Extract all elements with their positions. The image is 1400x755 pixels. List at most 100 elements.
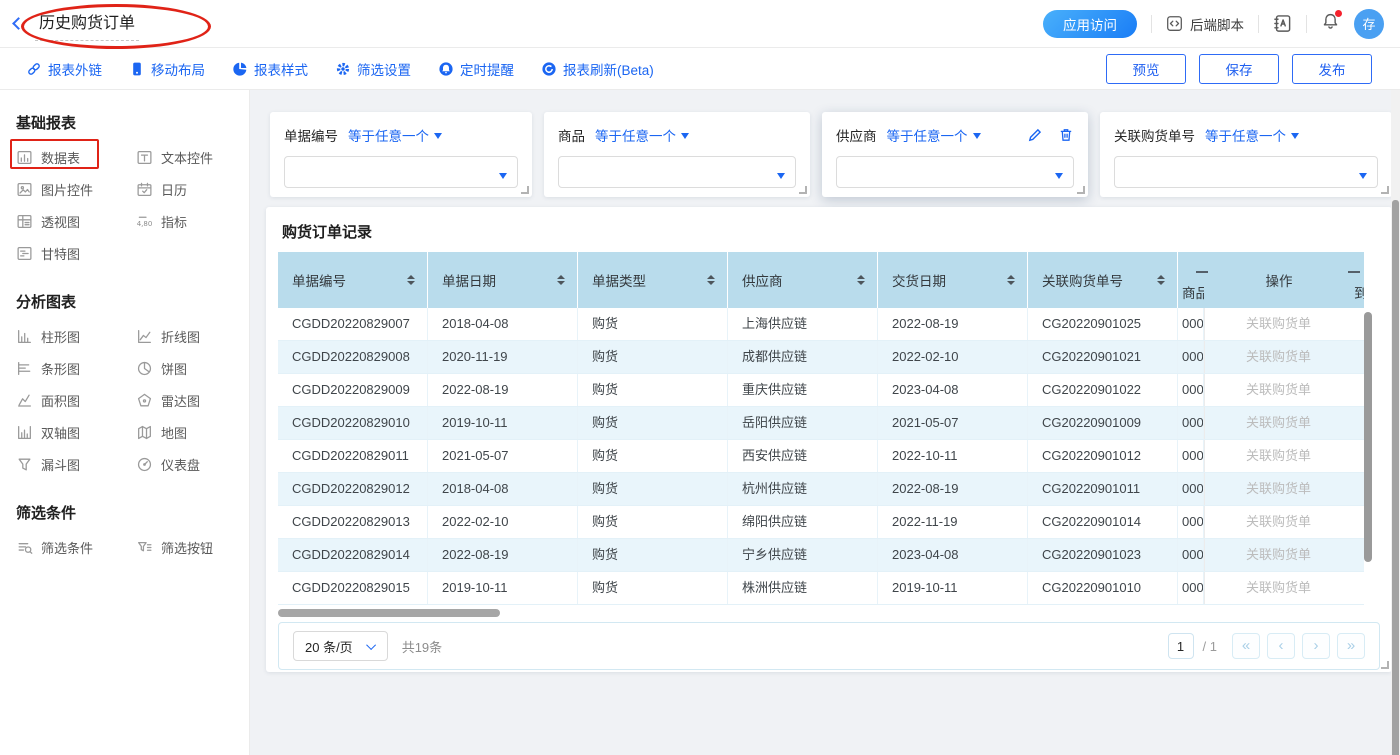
sidebar-item[interactable]: 折线图	[136, 320, 236, 352]
edit-pencil-icon[interactable]	[1027, 127, 1043, 143]
toolbar-item-report-refresh[interactable]: 报表刷新(Beta)	[541, 59, 654, 79]
backend-script-button[interactable]: 后端脚本	[1166, 14, 1244, 34]
preview-button[interactable]: 预览	[1106, 54, 1186, 84]
filter-condition-dropdown[interactable]: 等于任意一个	[348, 125, 442, 145]
filter-condition-dropdown[interactable]: 等于任意一个	[595, 125, 689, 145]
table-row[interactable]: CGDD20220829014 2022-08-19 购货 宁乡供应链 2023…	[278, 539, 1364, 572]
sidebar-item[interactable]: 地图	[136, 416, 236, 448]
column-header[interactable]: 单据类型	[578, 252, 728, 308]
resize-handle[interactable]	[799, 186, 807, 194]
filter-widget-product[interactable]: 商品 等于任意一个	[544, 112, 810, 197]
cell-order-date: 2019-10-11	[428, 407, 578, 439]
action-link-related-po[interactable]: 关联购货单	[1204, 572, 1352, 604]
notification-bell-icon[interactable]	[1321, 12, 1340, 36]
filter-select-input[interactable]	[836, 156, 1074, 188]
column-header[interactable]: 单据日期	[428, 252, 578, 308]
column-header[interactable]: 供应商	[728, 252, 878, 308]
table-row[interactable]: CGDD20220829007 2018-04-08 购货 上海供应链 2022…	[278, 308, 1364, 341]
action-link-related-po[interactable]: 关联购货单	[1204, 539, 1352, 571]
filter-widget-related-po[interactable]: 关联购货单号 等于任意一个	[1100, 112, 1392, 197]
sidebar-item[interactable]: 柱形图	[16, 320, 136, 352]
last-page-button[interactable]: »	[1337, 633, 1365, 659]
sidebar-item[interactable]: 甘特图	[16, 237, 136, 269]
back-icon[interactable]	[12, 17, 25, 30]
sort-icon[interactable]	[707, 275, 715, 286]
column-header[interactable]: 单据编号	[278, 252, 428, 308]
toolbar-item-mobile-layout[interactable]: 移动布局	[129, 59, 205, 79]
filter-condition-dropdown[interactable]: 等于任意一个	[1205, 125, 1299, 145]
sort-icon[interactable]	[857, 275, 865, 286]
sidebar-item[interactable]: 日历	[136, 173, 236, 205]
page-scrollbar[interactable]	[1391, 90, 1400, 755]
sidebar-item[interactable]: 筛选按钮	[136, 531, 236, 563]
sidebar-item[interactable]: 透视图	[16, 205, 136, 237]
table-row[interactable]: CGDD20220829015 2019-10-11 购货 株洲供应链 2019…	[278, 572, 1364, 605]
sidebar-item[interactable]: 条形图	[16, 352, 136, 384]
sidebar-item[interactable]: 漏斗图	[16, 448, 136, 480]
data-table-widget[interactable]: 购货订单记录 单据编号 单据日期 单据类型	[266, 207, 1392, 672]
sidebar-item[interactable]: 仪表盘	[136, 448, 236, 480]
table-horizontal-scrollbar-thumb[interactable]	[278, 609, 500, 617]
filter-select-input[interactable]	[558, 156, 796, 188]
column-header-product[interactable]: 商品	[1178, 252, 1204, 308]
avatar[interactable]: 存	[1354, 9, 1384, 39]
table-row[interactable]: CGDD20220829012 2018-04-08 购货 杭州供应链 2022…	[278, 473, 1364, 506]
action-link-related-po[interactable]: 关联购货单	[1204, 308, 1352, 340]
page-scrollbar-thumb[interactable]	[1392, 200, 1399, 755]
filter-condition-dropdown[interactable]: 等于任意一个	[887, 125, 981, 145]
sidebar-item[interactable]: 数据表	[16, 141, 136, 173]
sidebar-item[interactable]: 文本控件	[136, 141, 236, 173]
sidebar-item[interactable]: 指标	[136, 205, 236, 237]
action-link-related-po[interactable]: 关联购货单	[1204, 473, 1352, 505]
table-vertical-scrollbar-thumb[interactable]	[1364, 312, 1372, 562]
app-access-button[interactable]: 应用访问	[1043, 10, 1137, 38]
sidebar-item[interactable]: 面积图	[16, 384, 136, 416]
table-row[interactable]: CGDD20220829013 2022-02-10 购货 绵阳供应链 2022…	[278, 506, 1364, 539]
table-row[interactable]: CGDD20220829010 2019-10-11 购货 岳阳供应链 2021…	[278, 407, 1364, 440]
filter-select-input[interactable]	[284, 156, 518, 188]
address-book-icon[interactable]	[1273, 14, 1292, 33]
page-size-select[interactable]: 20 条/页	[293, 631, 388, 661]
next-page-button[interactable]: ›	[1302, 633, 1330, 659]
column-header[interactable]: 关联购货单号	[1028, 252, 1178, 308]
action-link-related-po[interactable]: 关联购货单	[1204, 440, 1352, 472]
table-row[interactable]: CGDD20220829009 2022-08-19 购货 重庆供应链 2023…	[278, 374, 1364, 407]
delete-trash-icon[interactable]	[1058, 127, 1074, 143]
toolbar-item-filter-settings[interactable]: 筛选设置	[335, 59, 411, 79]
sort-icon[interactable]	[1007, 275, 1015, 286]
column-header[interactable]: 交货日期	[878, 252, 1028, 308]
prev-page-button[interactable]: ‹	[1267, 633, 1295, 659]
toolbar-item-scheduled-reminder[interactable]: 定时提醒	[438, 59, 514, 79]
resize-handle[interactable]	[1381, 186, 1389, 194]
action-link-related-po[interactable]: 关联购货单	[1204, 506, 1352, 538]
sort-icon[interactable]	[557, 275, 565, 286]
toolbar-item-external-link[interactable]: 报表外链	[26, 59, 102, 79]
table-row[interactable]: CGDD20220829011 2021-05-07 购货 西安供应链 2022…	[278, 440, 1364, 473]
resize-handle[interactable]	[1077, 186, 1085, 194]
page-number-input[interactable]: 1	[1168, 633, 1194, 659]
sidebar-item[interactable]: 饼图	[136, 352, 236, 384]
action-link-related-po[interactable]: 关联购货单	[1204, 374, 1352, 406]
cell-related-po: CG20220901012	[1028, 440, 1178, 472]
filter-widget-supplier[interactable]: 供应商 等于任意一个	[822, 112, 1088, 197]
publish-button[interactable]: 发布	[1292, 54, 1372, 84]
page-title[interactable]: 历史购货订单	[35, 7, 139, 41]
filter-select-input[interactable]	[1114, 156, 1378, 188]
chevron-down-icon	[973, 133, 981, 143]
sidebar-item[interactable]: 图片控件	[16, 173, 136, 205]
sort-icon[interactable]	[407, 275, 415, 286]
toolbar-item-report-style[interactable]: 报表样式	[232, 59, 308, 79]
sidebar-item[interactable]: 筛选条件	[16, 531, 136, 563]
sort-icon[interactable]	[1157, 275, 1165, 286]
resize-handle[interactable]	[521, 186, 529, 194]
table-row[interactable]: CGDD20220829008 2020-11-19 购货 成都供应链 2022…	[278, 341, 1364, 374]
sidebar-item[interactable]: 双轴图	[16, 416, 136, 448]
filter-widget-order-id[interactable]: 单据编号 等于任意一个	[270, 112, 532, 197]
save-button[interactable]: 保存	[1199, 54, 1279, 84]
action-link-related-po[interactable]: 关联购货单	[1204, 341, 1352, 373]
first-page-button[interactable]: «	[1232, 633, 1260, 659]
sidebar-item[interactable]: 雷达图	[136, 384, 236, 416]
resize-handle[interactable]	[1381, 661, 1389, 669]
column-header-clipped[interactable]: 到	[1352, 252, 1364, 308]
action-link-related-po[interactable]: 关联购货单	[1204, 407, 1352, 439]
